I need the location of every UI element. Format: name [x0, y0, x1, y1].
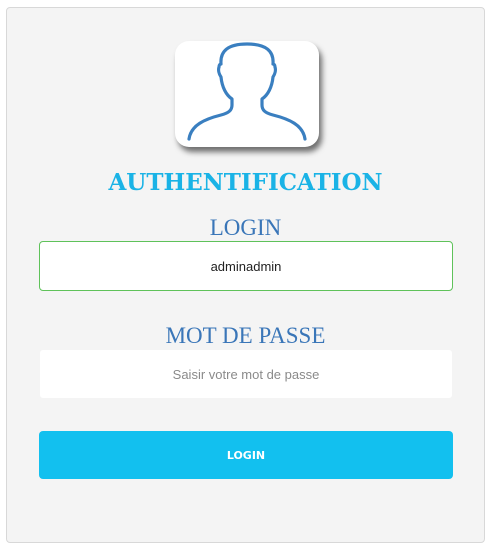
login-button[interactable]: LOGIN	[39, 431, 453, 479]
login-panel: AUTHENTIFICATION LOGIN MOT DE PASSE LOGI…	[6, 7, 485, 543]
login-input[interactable]	[39, 241, 453, 291]
user-silhouette-icon	[187, 42, 307, 141]
login-label: LOGIN	[209, 215, 282, 240]
password-label: MOT DE PASSE	[165, 323, 326, 348]
password-input[interactable]	[39, 349, 453, 399]
page-title: AUTHENTIFICATION	[108, 169, 383, 196]
avatar	[175, 41, 319, 147]
